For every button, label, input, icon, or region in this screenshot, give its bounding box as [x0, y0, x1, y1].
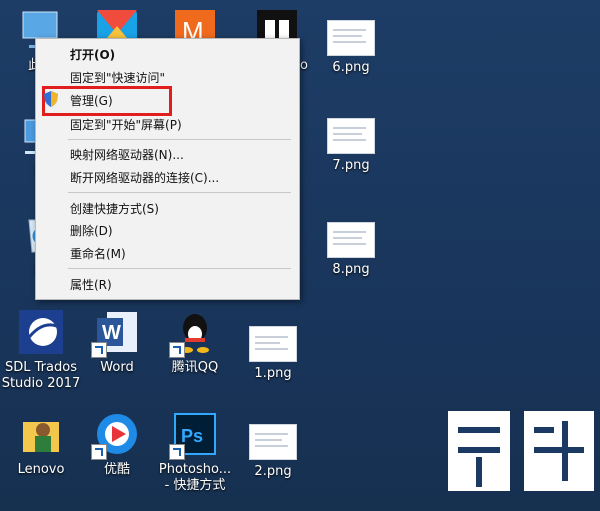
- menu-separator: [68, 268, 291, 269]
- file-6png-label: 6.png: [332, 60, 370, 75]
- photoshop-logo-icon: Ps: [169, 410, 219, 460]
- photoshop-label: Photosho... - 快捷方式: [158, 462, 232, 493]
- image-thumbnail-icon: [249, 424, 297, 460]
- menu-item-pin-start[interactable]: 固定到"开始"屏幕(P): [70, 114, 182, 136]
- svg-text:Ps: Ps: [181, 426, 203, 446]
- youku-label: 优酷: [103, 462, 130, 477]
- menu-item-manage[interactable]: 管理(G): [70, 90, 113, 112]
- youku-icon[interactable]: 优酷: [76, 410, 158, 478]
- file-7png-label: 7.png: [332, 158, 370, 173]
- menu-item-rename[interactable]: 重命名(M): [70, 243, 126, 265]
- image-thumbnail-icon: [327, 20, 375, 56]
- word-label: Word: [100, 360, 134, 375]
- file-7png-icon[interactable]: 7.png: [310, 118, 392, 174]
- shortcut-arrow-icon: [91, 444, 107, 460]
- shield-icon: [44, 91, 58, 107]
- image-thumbnail-icon: [249, 326, 297, 362]
- file-2png-label: 2.png: [254, 464, 292, 479]
- menu-item-create-shortcut[interactable]: 创建快捷方式(S): [70, 198, 159, 220]
- menu-item-open[interactable]: 打开(O): [70, 44, 115, 66]
- word-logo-icon: W: [91, 308, 141, 358]
- sdl-trados-icon[interactable]: SDL Trados Studio 2017: [0, 308, 82, 392]
- svg-text:W: W: [102, 322, 121, 344]
- file-1png-icon[interactable]: 1.png: [232, 326, 314, 382]
- menu-separator: [68, 192, 291, 193]
- trados-logo-icon: [17, 308, 65, 356]
- lenovo-label: Lenovo: [17, 462, 65, 477]
- lenovo-icon[interactable]: Lenovo: [0, 410, 82, 478]
- qq-penguin-icon: [169, 308, 219, 358]
- file-1png-label: 1.png: [254, 366, 292, 381]
- watermark-logo: [440, 397, 600, 511]
- tencent-qq-icon[interactable]: 腾讯QQ: [154, 308, 236, 376]
- file-8png-label: 8.png: [332, 262, 370, 277]
- photoshop-icon[interactable]: Ps Photosho... - 快捷方式: [154, 410, 236, 494]
- youku-logo-icon: [91, 410, 141, 460]
- menu-item-delete[interactable]: 删除(D): [70, 220, 113, 242]
- image-thumbnail-icon: [327, 222, 375, 258]
- shortcut-arrow-icon: [169, 342, 185, 358]
- context-menu: 打开(O) 固定到"快速访问" 管理(G) 固定到"开始"屏幕(P) 映射网络驱…: [35, 38, 300, 300]
- user-folder-icon: [17, 410, 65, 458]
- file-2png-icon[interactable]: 2.png: [232, 424, 314, 480]
- menu-separator: [68, 139, 291, 140]
- menu-item-disconnect-drive[interactable]: 断开网络驱动器的连接(C)...: [70, 167, 219, 189]
- file-6png-icon[interactable]: 6.png: [310, 20, 392, 76]
- menu-item-map-drive[interactable]: 映射网络驱动器(N)...: [70, 144, 184, 166]
- sdl-trados-label: SDL Trados Studio 2017: [1, 360, 81, 391]
- tencent-qq-label: 腾讯QQ: [171, 360, 219, 375]
- file-8png-icon[interactable]: 8.png: [310, 222, 392, 278]
- menu-item-properties[interactable]: 属性(R): [70, 274, 112, 296]
- image-thumbnail-icon: [327, 118, 375, 154]
- word-icon[interactable]: W Word: [76, 308, 158, 376]
- shortcut-arrow-icon: [91, 342, 107, 358]
- shortcut-arrow-icon: [169, 444, 185, 460]
